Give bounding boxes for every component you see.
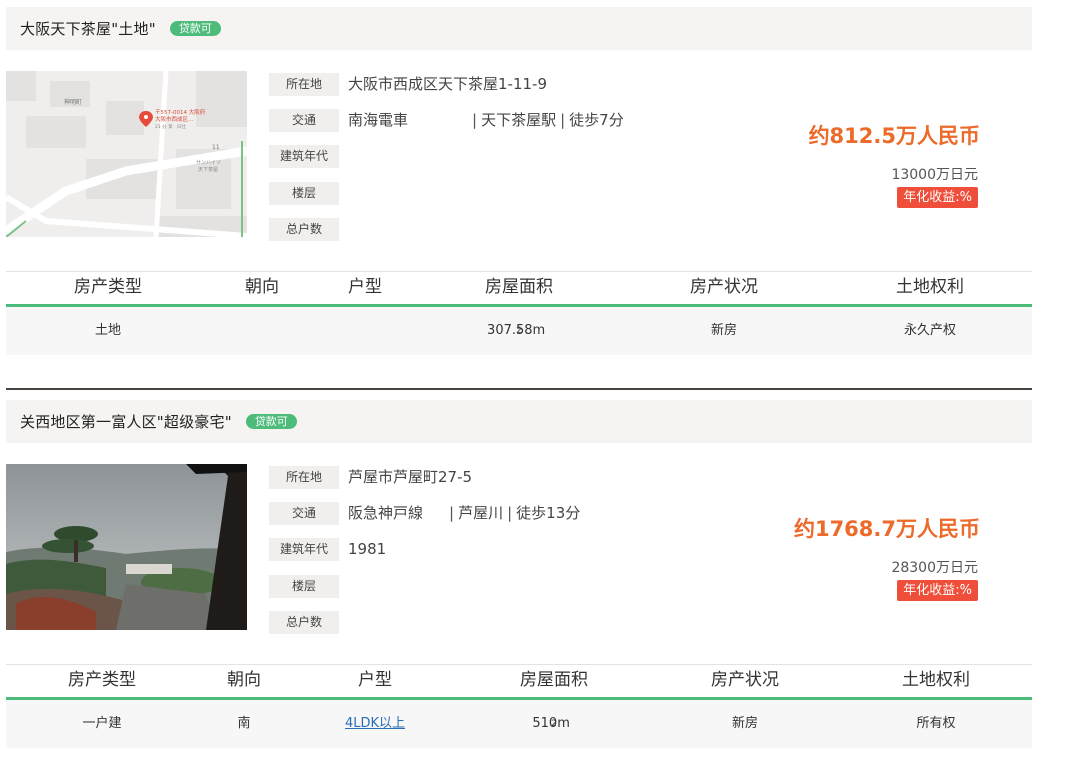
cell-land-right: 所有权 bbox=[916, 716, 956, 731]
spec-label: 建筑年代 bbox=[269, 538, 339, 561]
header-cell: 土地权利 bbox=[896, 277, 964, 297]
listing-title[interactable]: 关西地区第一富人区"超级豪宅" bbox=[20, 411, 232, 432]
cell-area: 510m 2 bbox=[532, 700, 569, 748]
spec-label: 楼层 bbox=[269, 182, 339, 205]
spec-label: 建筑年代 bbox=[269, 145, 339, 168]
spec-value: 芦屋市芦屋町27-5 bbox=[348, 468, 473, 486]
map-label: 神明町 bbox=[64, 98, 82, 106]
map-label: サンハイツ bbox=[196, 160, 221, 166]
price-cny: 约812.5万人民币 bbox=[808, 124, 980, 148]
spec-label: 交通 bbox=[269, 109, 339, 132]
listing-header[interactable]: 关西地区第一富人区"超级豪宅" 贷款可 bbox=[6, 400, 1032, 443]
map-label: 11 bbox=[212, 144, 220, 151]
section-divider bbox=[6, 388, 1032, 390]
spec-value: 大阪市西成区天下茶屋1-11-9 bbox=[348, 75, 548, 93]
spec-value: 南海電車 | 天下茶屋駅 | 徒歩7分 bbox=[348, 111, 624, 129]
header-cell: 朝向 bbox=[227, 670, 261, 690]
map-pin-label: 〒557-0014 大阪府 bbox=[155, 108, 206, 116]
header-cell: 朝向 bbox=[245, 277, 279, 297]
cell-area: 307.58m 2 bbox=[487, 307, 545, 355]
area-value: 307.58m bbox=[487, 323, 546, 338]
price-cny: 约1768.7万人民币 bbox=[793, 517, 980, 541]
listing-title[interactable]: 大阪天下茶屋"土地" bbox=[20, 18, 156, 39]
cell-land-right: 永久产权 bbox=[903, 323, 957, 338]
property-photo[interactable] bbox=[6, 464, 247, 630]
transit-station: 天下茶屋駅 bbox=[481, 111, 557, 129]
table-header: 房产类型 朝向 户型 房屋面积 房产状况 土地权利 bbox=[6, 664, 1032, 700]
cell-status: 新房 bbox=[710, 323, 738, 338]
loan-available-badge: 贷款可 bbox=[169, 21, 221, 36]
transit-walk: 徒歩7分 bbox=[569, 111, 624, 129]
transit-walk: 徒歩13分 bbox=[516, 504, 581, 522]
price-jpy: 28300万日元 bbox=[891, 560, 978, 576]
header-cell: 房屋面积 bbox=[520, 670, 588, 690]
header-cell: 房产类型 bbox=[74, 277, 142, 297]
header-cell: 户型 bbox=[358, 670, 392, 690]
cell-type: 土地 bbox=[94, 323, 122, 338]
spec-value: 阪急神戸線 | 芦屋川 | 徒歩13分 bbox=[348, 504, 581, 522]
map-pin-label: 大阪市西成区… bbox=[155, 115, 194, 123]
attribute-table: 房产类型 朝向 户型 房屋面积 房产状况 土地权利 一户建 南 4LDK以上 5… bbox=[6, 664, 1032, 748]
area-value: 510m bbox=[532, 716, 570, 731]
cell-orientation: 南 bbox=[237, 716, 251, 731]
table-row: 土地 307.58m 2 新房 永久产权 bbox=[6, 307, 1032, 355]
table-row: 一户建 南 4LDK以上 510m 2 新房 所有权 bbox=[6, 700, 1032, 748]
header-cell: 房产状况 bbox=[690, 277, 758, 297]
map-pin-label: 21 分 第 · 日仕 bbox=[155, 123, 186, 130]
table-header: 房产类型 朝向 户型 房屋面积 房产状况 土地权利 bbox=[6, 271, 1032, 307]
header-cell: 户型 bbox=[348, 277, 382, 297]
map-thumbnail[interactable]: 神明町 11 サンハイツ 天下茶屋 〒557-0014 大阪府 大阪市西成区… … bbox=[6, 71, 247, 237]
cell-status: 新房 bbox=[731, 716, 759, 731]
spec-label: 所在地 bbox=[269, 73, 339, 96]
header-cell: 房产状况 bbox=[711, 670, 779, 690]
spec-label: 楼层 bbox=[269, 575, 339, 598]
transit-line: 阪急神戸線 bbox=[348, 504, 424, 522]
spec-value: 1981 bbox=[348, 540, 387, 558]
map-image: 神明町 11 サンハイツ 天下茶屋 〒557-0014 大阪府 大阪市西成区… … bbox=[6, 71, 247, 237]
transit-line: 南海電車 bbox=[348, 111, 409, 129]
annual-yield-badge: 年化收益:% bbox=[897, 580, 978, 601]
cell-type: 一户建 bbox=[82, 716, 122, 731]
spec-label: 总户数 bbox=[269, 611, 339, 634]
loan-available-badge: 贷款可 bbox=[245, 414, 297, 429]
cell-layout: 4LDK以上 bbox=[345, 700, 405, 748]
spec-label: 交通 bbox=[269, 502, 339, 525]
spec-label: 所在地 bbox=[269, 466, 339, 489]
header-cell: 房产类型 bbox=[68, 670, 136, 690]
annual-yield-badge: 年化收益:% bbox=[897, 187, 978, 208]
spec-label: 总户数 bbox=[269, 218, 339, 241]
price-jpy: 13000万日元 bbox=[891, 167, 978, 183]
garden-photo bbox=[6, 464, 247, 630]
header-cell: 房屋面积 bbox=[485, 277, 553, 297]
transit-station: 芦屋川 bbox=[458, 504, 504, 522]
layout-link[interactable]: 4LDK以上 bbox=[345, 716, 405, 731]
attribute-table: 房产类型 朝向 户型 房屋面积 房产状况 土地权利 土地 307.58m 2 新房… bbox=[6, 271, 1032, 355]
listing-header[interactable]: 大阪天下茶屋"土地" 贷款可 bbox=[6, 7, 1032, 50]
header-cell: 土地权利 bbox=[902, 670, 970, 690]
map-label: 天下茶屋 bbox=[198, 166, 218, 173]
